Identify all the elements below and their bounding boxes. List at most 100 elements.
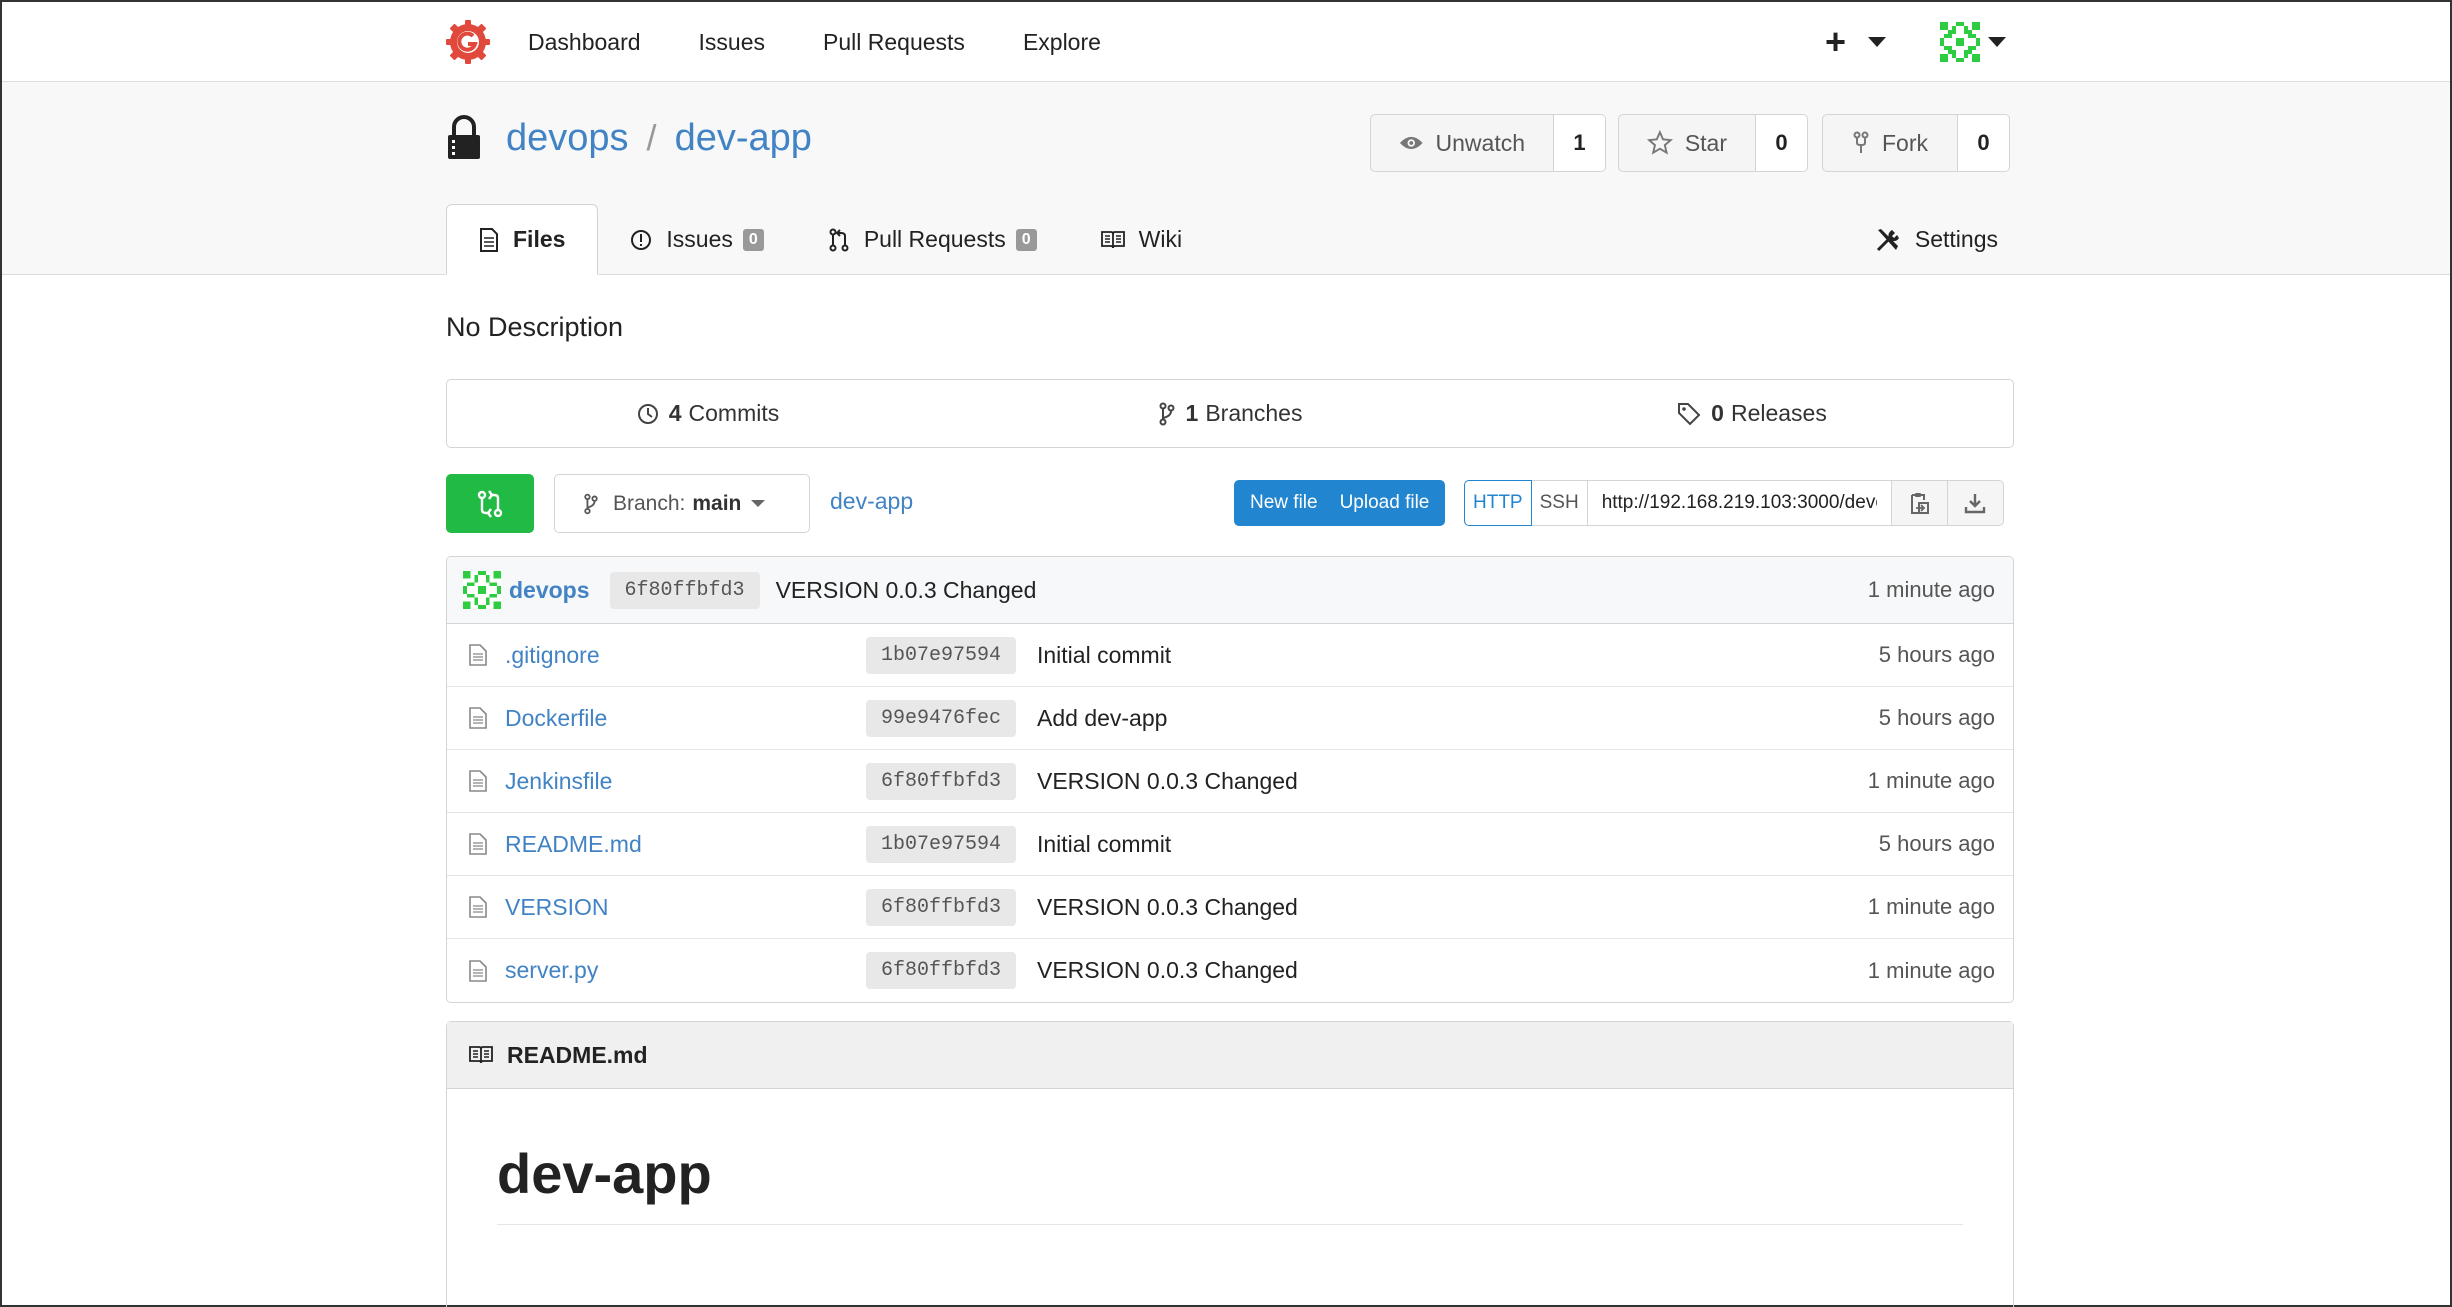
commit-author-link[interactable]: devops bbox=[509, 577, 590, 604]
nav-issues[interactable]: Issues bbox=[699, 29, 765, 56]
chevron-down-icon bbox=[1988, 37, 2006, 47]
file-name-link[interactable]: server.py bbox=[505, 957, 895, 984]
repo-owner-link[interactable]: devops bbox=[506, 117, 629, 160]
commit-time: 5 hours ago bbox=[1878, 642, 1995, 667]
commit-time: 5 hours ago bbox=[1878, 831, 1995, 856]
branches-count: 1 bbox=[1185, 400, 1199, 426]
commit-sha-link[interactable]: 99e9476fec bbox=[866, 699, 1017, 737]
commit-message[interactable]: Add dev-app bbox=[1037, 705, 1167, 732]
fork-count[interactable]: 0 bbox=[1958, 114, 2010, 172]
commit-message[interactable]: VERSION 0.0.3 Changed bbox=[1037, 894, 1298, 921]
tab-issues-label: Issues bbox=[666, 226, 733, 252]
repo-description: No Description bbox=[446, 312, 624, 342]
git-pull-request-icon bbox=[829, 228, 849, 251]
gitea-logo[interactable] bbox=[446, 20, 490, 64]
releases-label: Releases bbox=[1730, 400, 1827, 426]
star-button[interactable]: Star bbox=[1618, 114, 1756, 172]
file-name-link[interactable]: Dockerfile bbox=[505, 705, 895, 732]
avatar[interactable] bbox=[463, 571, 501, 609]
clone-url-input[interactable] bbox=[1587, 480, 1892, 526]
fork-group: Fork 0 bbox=[1822, 114, 2010, 172]
copy-url-button[interactable] bbox=[1891, 480, 1948, 526]
commit-sha-link[interactable]: 6f80ffbfd3 bbox=[866, 762, 1017, 800]
eye-icon bbox=[1399, 136, 1423, 150]
git-branch-icon bbox=[1159, 402, 1175, 425]
nav-pull-requests[interactable]: Pull Requests bbox=[823, 29, 965, 56]
repo-separator: / bbox=[646, 117, 657, 158]
watch-count[interactable]: 1 bbox=[1554, 114, 1606, 172]
tools-icon bbox=[1876, 228, 1899, 251]
nav-explore[interactable]: Explore bbox=[1023, 29, 1101, 56]
releases-stat[interactable]: 0 Releases bbox=[1491, 400, 2013, 427]
tab-pull-requests-label: Pull Requests bbox=[863, 226, 1006, 252]
file-icon bbox=[469, 959, 487, 982]
repo-content: No Description 4 Commits 1 Branches 0 Re… bbox=[446, 277, 2014, 1307]
file-name-link[interactable]: VERSION bbox=[505, 894, 895, 921]
commit-message[interactable]: VERSION 0.0.3 Changed bbox=[1037, 957, 1298, 984]
tag-icon bbox=[1678, 402, 1701, 425]
commit-message[interactable]: VERSION 0.0.3 Changed bbox=[1037, 768, 1298, 795]
user-menu[interactable] bbox=[1886, 22, 2006, 62]
unwatch-button[interactable]: Unwatch bbox=[1370, 114, 1554, 172]
file-icon bbox=[469, 896, 487, 918]
file-icon bbox=[469, 833, 487, 855]
commits-stat[interactable]: 4 Commits bbox=[447, 400, 969, 427]
watch-group: Unwatch 1 bbox=[1370, 114, 1606, 172]
clone-panel: HTTP SSH bbox=[1464, 480, 2014, 526]
ssh-protocol-button[interactable]: SSH bbox=[1531, 480, 1588, 526]
nav-dashboard[interactable]: Dashboard bbox=[528, 29, 641, 56]
branch-dropdown[interactable]: Branch: main bbox=[554, 474, 810, 533]
breadcrumb[interactable]: dev-app bbox=[830, 488, 913, 515]
new-file-button[interactable]: New file bbox=[1234, 480, 1334, 526]
commit-sha-link[interactable]: 6f80ffbfd3 bbox=[609, 571, 760, 609]
commit-message[interactable]: Initial commit bbox=[1037, 831, 1171, 858]
tab-wiki-label: Wiki bbox=[1138, 226, 1183, 252]
file-name-link[interactable]: Jenkinsfile bbox=[505, 768, 895, 795]
chevron-down-icon bbox=[1868, 37, 1886, 47]
tab-wiki[interactable]: Wiki bbox=[1069, 204, 1214, 275]
readme-panel: README.md dev-app bbox=[446, 1021, 2014, 1307]
avatar bbox=[1940, 22, 1980, 62]
readme-heading: dev-app bbox=[497, 1141, 1963, 1225]
star-icon bbox=[1647, 130, 1673, 155]
tab-settings[interactable]: Settings bbox=[1843, 204, 2006, 275]
table-row: server.py 6f80ffbfd3 VERSION 0.0.3 Chang… bbox=[447, 939, 2013, 1002]
top-navbar: Dashboard Issues Pull Requests Explore + bbox=[2, 2, 2450, 82]
file-name-link[interactable]: .gitignore bbox=[505, 642, 895, 669]
lock-icon bbox=[448, 115, 480, 159]
branches-stat[interactable]: 1 Branches bbox=[969, 400, 1491, 427]
download-button[interactable] bbox=[1947, 480, 2004, 526]
commits-count: 4 bbox=[668, 400, 682, 426]
table-row: Jenkinsfile 6f80ffbfd3 VERSION 0.0.3 Cha… bbox=[447, 750, 2013, 813]
latest-commit-row: devops 6f80ffbfd3 VERSION 0.0.3 Changed … bbox=[447, 557, 2013, 624]
commit-message[interactable]: Initial commit bbox=[1037, 642, 1171, 669]
compare-button[interactable] bbox=[446, 474, 534, 533]
chevron-down-icon bbox=[751, 500, 766, 507]
commit-sha-link[interactable]: 6f80ffbfd3 bbox=[866, 952, 1017, 989]
tab-issues[interactable]: Issues 0 bbox=[598, 204, 795, 275]
http-protocol-button[interactable]: HTTP bbox=[1464, 480, 1532, 526]
fork-label: Fork bbox=[1882, 129, 1928, 156]
git-compare-icon bbox=[477, 489, 503, 518]
tab-files[interactable]: Files bbox=[446, 204, 599, 275]
upload-file-button[interactable]: Upload file bbox=[1333, 480, 1446, 526]
file-icon bbox=[469, 707, 487, 729]
star-group: Star 0 bbox=[1618, 114, 1808, 172]
repo-name-link[interactable]: dev-app bbox=[675, 117, 812, 160]
branch-name: main bbox=[692, 491, 742, 515]
history-icon bbox=[637, 403, 658, 424]
file-name-link[interactable]: README.md bbox=[505, 831, 895, 858]
file-text-icon bbox=[480, 227, 498, 252]
commit-sha-link[interactable]: 1b07e97594 bbox=[866, 636, 1017, 674]
unwatch-label: Unwatch bbox=[1435, 129, 1525, 156]
table-row: Dockerfile 99e9476fec Add dev-app 5 hour… bbox=[447, 687, 2013, 750]
star-count[interactable]: 0 bbox=[1756, 114, 1808, 172]
create-menu[interactable]: + bbox=[1825, 24, 1886, 60]
readme-filename: README.md bbox=[507, 1041, 648, 1068]
commit-sha-link[interactable]: 1b07e97594 bbox=[866, 825, 1017, 863]
readme-header: README.md bbox=[447, 1022, 2013, 1089]
tab-pull-requests[interactable]: Pull Requests 0 bbox=[796, 204, 1069, 275]
commit-sha-link[interactable]: 6f80ffbfd3 bbox=[866, 888, 1017, 926]
repo-title: devops / dev-app bbox=[446, 115, 812, 161]
fork-button[interactable]: Fork bbox=[1822, 114, 1958, 172]
